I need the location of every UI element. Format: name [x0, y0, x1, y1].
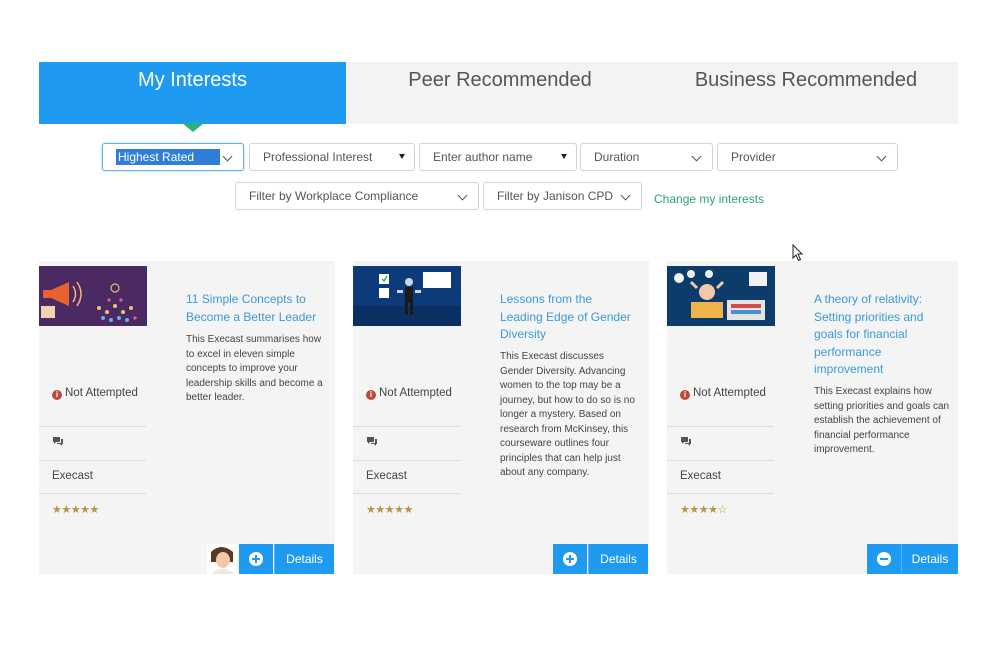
details-button[interactable]: Details: [274, 544, 334, 574]
status-text: Not Attempted: [65, 387, 138, 399]
course-type: Execast: [366, 470, 407, 482]
chevron-down-icon: [691, 151, 702, 162]
info-icon: i: [366, 390, 376, 400]
info-icon: i: [680, 390, 690, 400]
chevron-down-icon: [222, 151, 233, 162]
workplace-compliance-value: Filter by Workplace Compliance: [249, 189, 419, 203]
minus-circle-icon: [877, 552, 891, 566]
completion-status: i Not Attempted: [366, 385, 456, 401]
tab-my-interests[interactable]: My Interests: [39, 62, 346, 132]
plus-circle-icon: [249, 552, 263, 566]
status-text: Not Attempted: [379, 387, 452, 399]
janison-cpd-value: Filter by Janison CPD: [497, 189, 614, 203]
author-name-placeholder: Enter author name: [433, 150, 533, 164]
course-thumbnail: [667, 266, 775, 326]
chevron-down-icon: [620, 190, 631, 201]
status-text: Not Attempted: [693, 387, 766, 399]
tab-bar: My Interests Peer Recommended Business R…: [39, 62, 958, 132]
professional-interest-value: Professional Interest: [263, 150, 373, 164]
course-thumbnail: [39, 266, 147, 326]
tab-label: Peer Recommended: [408, 69, 592, 91]
janison-cpd-select[interactable]: Filter by Janison CPD: [483, 182, 642, 210]
chevron-down-icon: [457, 190, 468, 201]
comments-icon[interactable]: [52, 436, 64, 446]
sort-select-value: Highest Rated: [116, 149, 220, 165]
divider: [39, 460, 146, 461]
course-title-link[interactable]: Lessons from the Leading Edge of Gender …: [500, 291, 638, 344]
comments-icon[interactable]: [680, 436, 692, 446]
provider-value: Provider: [731, 150, 776, 164]
caret-down-icon: [561, 154, 567, 159]
chevron-down-icon: [876, 151, 887, 162]
plus-circle-icon: [563, 552, 577, 566]
star-rating: ★★★★★: [52, 504, 99, 516]
course-thumbnail: [353, 266, 461, 326]
info-icon: i: [52, 390, 62, 400]
course-description: This Execast discusses Gender Diversity.…: [500, 351, 635, 478]
course-description: This Execast explains how setting priori…: [814, 386, 950, 455]
divider: [667, 460, 774, 461]
course-title-link[interactable]: A theory of relativity: Setting prioriti…: [814, 291, 952, 379]
course-description: This Execast summarises how to excel in …: [186, 334, 323, 403]
mouse-cursor-icon: [792, 244, 804, 262]
star-rating: ★★★★☆: [680, 504, 727, 516]
divider: [39, 493, 146, 494]
comments-icon[interactable]: [366, 436, 378, 446]
course-card: A theory of relativity: Setting prioriti…: [667, 261, 958, 574]
caret-down-icon: [399, 154, 405, 159]
course-card: 11 Simple Concepts to Become a Better Le…: [39, 261, 335, 574]
remove-from-list-button[interactable]: [867, 544, 901, 574]
divider: [353, 493, 460, 494]
sort-select[interactable]: Highest Rated: [102, 143, 244, 171]
star-rating: ★★★★★: [366, 504, 413, 516]
change-interests-link[interactable]: Change my interests: [654, 192, 764, 206]
add-to-list-button[interactable]: [553, 544, 587, 574]
completion-status: i Not Attempted: [680, 385, 770, 401]
author-name-input[interactable]: Enter author name: [419, 143, 577, 171]
divider: [353, 460, 460, 461]
workplace-compliance-select[interactable]: Filter by Workplace Compliance: [235, 182, 479, 210]
course-type: Execast: [52, 470, 93, 482]
duration-select[interactable]: Duration: [580, 143, 713, 171]
course-card: Lessons from the Leading Edge of Gender …: [353, 261, 649, 574]
divider: [39, 426, 146, 427]
course-title-link[interactable]: 11 Simple Concepts to Become a Better Le…: [186, 291, 324, 326]
divider: [353, 426, 460, 427]
author-avatar: [207, 544, 237, 574]
add-to-list-button[interactable]: [239, 544, 273, 574]
professional-interest-select[interactable]: Professional Interest: [249, 143, 415, 171]
tab-business-recommended[interactable]: Business Recommended: [654, 62, 958, 124]
course-type: Execast: [680, 470, 721, 482]
divider: [667, 426, 774, 427]
tab-label: My Interests: [138, 69, 247, 91]
details-button[interactable]: Details: [901, 544, 958, 574]
completion-status: i Not Attempted: [52, 385, 142, 401]
provider-select[interactable]: Provider: [717, 143, 898, 171]
tab-peer-recommended[interactable]: Peer Recommended: [346, 62, 654, 124]
active-tab-indicator: [182, 123, 204, 132]
divider: [667, 493, 774, 494]
details-button[interactable]: Details: [588, 544, 648, 574]
tab-label: Business Recommended: [694, 69, 918, 91]
duration-value: Duration: [594, 150, 640, 164]
